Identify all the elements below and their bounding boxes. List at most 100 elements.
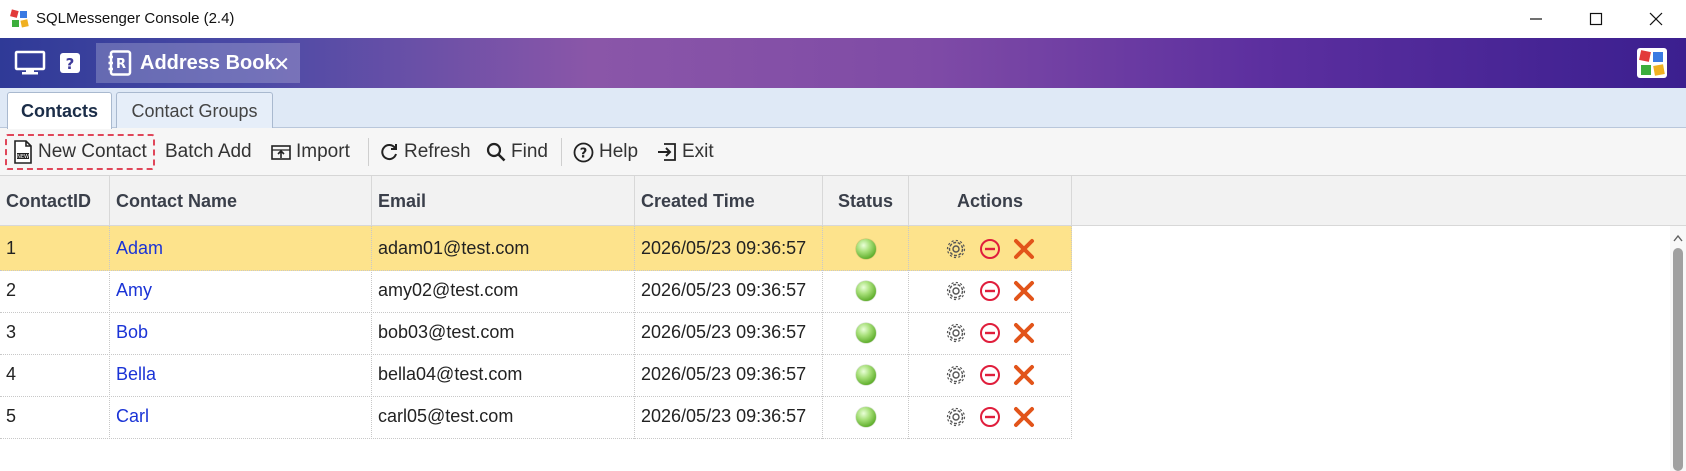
help-label: Help bbox=[599, 141, 639, 162]
disable-icon[interactable] bbox=[975, 276, 1005, 306]
cell-contact-id: 4 bbox=[0, 352, 110, 397]
cell-actions bbox=[909, 226, 1072, 271]
batch-add-button[interactable]: Batch Add bbox=[165, 134, 252, 170]
tab-address-book[interactable]: R Address Book ✕ bbox=[96, 43, 300, 83]
close-tab-icon[interactable]: ✕ bbox=[273, 52, 290, 77]
disable-icon[interactable] bbox=[975, 234, 1005, 264]
refresh-label: Refresh bbox=[404, 141, 471, 162]
cell-status bbox=[823, 352, 909, 397]
cell-actions bbox=[909, 268, 1072, 313]
monitor-button[interactable] bbox=[10, 46, 50, 80]
delete-icon[interactable] bbox=[1009, 360, 1039, 390]
column-header-contact-name[interactable]: Contact Name bbox=[110, 176, 372, 226]
settings-icon[interactable] bbox=[941, 276, 971, 306]
cell-status bbox=[823, 268, 909, 313]
window-title: SQLMessenger Console (2.4) bbox=[36, 10, 235, 27]
settings-icon[interactable] bbox=[941, 360, 971, 390]
cell-email: adam01@test.com bbox=[372, 226, 635, 271]
settings-icon[interactable] bbox=[941, 234, 971, 264]
scroll-up-arrow-icon[interactable] bbox=[1670, 232, 1686, 244]
delete-icon[interactable] bbox=[1009, 276, 1039, 306]
cell-created-time: 2026/05/23 09:36:57 bbox=[635, 268, 823, 313]
new-contact-button[interactable]: NEW New Contact bbox=[5, 134, 155, 170]
settings-icon[interactable] bbox=[941, 402, 971, 432]
find-label: Find bbox=[511, 141, 548, 162]
column-header-created-time[interactable]: Created Time bbox=[635, 176, 823, 226]
cell-contact-name-link[interactable]: Amy bbox=[110, 268, 372, 313]
delete-icon[interactable] bbox=[1009, 318, 1039, 348]
refresh-icon bbox=[381, 144, 397, 161]
delete-icon[interactable] bbox=[1009, 234, 1039, 264]
column-header-contactid[interactable]: ContactID bbox=[0, 176, 110, 226]
tab-bar: Contacts Contact Groups bbox=[0, 88, 1686, 129]
disable-icon[interactable] bbox=[975, 360, 1005, 390]
table-header: ContactID Contact Name Email Created Tim… bbox=[0, 176, 1686, 226]
app-banner: ? R Address Book ✕ bbox=[0, 38, 1686, 88]
toolbar-help-button[interactable]: ? Help bbox=[573, 134, 638, 170]
search-icon bbox=[486, 142, 506, 162]
cell-actions bbox=[909, 394, 1072, 439]
status-active-icon bbox=[855, 364, 876, 385]
exit-label: Exit bbox=[682, 141, 714, 162]
new-document-icon: NEW bbox=[14, 140, 32, 164]
refresh-button[interactable]: Refresh bbox=[379, 134, 471, 170]
help-circle-icon: ? bbox=[573, 142, 594, 162]
cell-created-time: 2026/05/23 09:36:57 bbox=[635, 310, 823, 355]
exit-button[interactable]: Exit bbox=[657, 134, 714, 170]
cell-email: bob03@test.com bbox=[372, 310, 635, 355]
maximize-button[interactable] bbox=[1566, 0, 1626, 38]
cell-contact-id: 3 bbox=[0, 310, 110, 355]
cell-contact-id: 2 bbox=[0, 268, 110, 313]
column-header-actions[interactable]: Actions bbox=[909, 176, 1072, 226]
help-icon: ? bbox=[60, 53, 80, 73]
delete-icon[interactable] bbox=[1009, 402, 1039, 432]
minimize-icon bbox=[1530, 18, 1542, 20]
import-button[interactable]: Import bbox=[271, 134, 350, 170]
table-row[interactable]: 4 Bella bella04@test.com 2026/05/23 09:36:5… bbox=[0, 352, 1072, 397]
cell-email: amy02@test.com bbox=[372, 268, 635, 313]
cell-status bbox=[823, 394, 909, 439]
maximize-icon bbox=[1589, 12, 1603, 26]
close-window-button[interactable] bbox=[1626, 0, 1686, 38]
cell-contact-id: 5 bbox=[0, 394, 110, 439]
address-book-icon: R bbox=[108, 50, 132, 76]
table-row[interactable]: 3 Bob bob03@test.com 2026/05/23 09:36:57 bbox=[0, 310, 1072, 355]
cell-contact-name-link[interactable]: Adam bbox=[110, 226, 372, 271]
cell-status bbox=[823, 226, 909, 271]
cell-actions bbox=[909, 310, 1072, 355]
cell-created-time: 2026/05/23 09:36:57 bbox=[635, 352, 823, 397]
minimize-button[interactable] bbox=[1506, 0, 1566, 38]
disable-icon[interactable] bbox=[975, 318, 1005, 348]
vertical-scrollbar[interactable] bbox=[1670, 226, 1686, 471]
disable-icon[interactable] bbox=[975, 402, 1005, 432]
table-row[interactable]: 2 Amy amy02@test.com 2026/05/23 09:36:57 bbox=[0, 268, 1072, 313]
column-header-status[interactable]: Status bbox=[823, 176, 909, 226]
cell-contact-name-link[interactable]: Bella bbox=[110, 352, 372, 397]
tab-contact-groups[interactable]: Contact Groups bbox=[116, 92, 273, 129]
svg-text:?: ? bbox=[66, 55, 75, 73]
batch-add-label: Batch Add bbox=[165, 141, 252, 162]
table-row[interactable]: 5 Carl carl05@test.com 2026/05/23 09:36:57 bbox=[0, 394, 1072, 439]
tab-address-book-label: Address Book bbox=[140, 51, 276, 74]
cell-email: carl05@test.com bbox=[372, 394, 635, 439]
exit-icon bbox=[658, 143, 676, 161]
column-header-email[interactable]: Email bbox=[372, 176, 635, 226]
cell-status bbox=[823, 310, 909, 355]
cell-created-time: 2026/05/23 09:36:57 bbox=[635, 394, 823, 439]
monitor-icon bbox=[14, 50, 46, 75]
svg-text:R: R bbox=[116, 57, 126, 72]
tab-contacts[interactable]: Contacts bbox=[7, 92, 112, 129]
status-active-icon bbox=[855, 238, 876, 259]
cell-contact-name-link[interactable]: Carl bbox=[110, 394, 372, 439]
table-row[interactable]: 1 Adam adam01@test.com 2026/05/23 09:36:57 bbox=[0, 226, 1072, 271]
svg-text:NEW: NEW bbox=[17, 154, 29, 160]
help-button[interactable]: ? bbox=[56, 46, 84, 80]
settings-icon[interactable] bbox=[941, 318, 971, 348]
scrollbar-thumb[interactable] bbox=[1673, 248, 1683, 471]
cell-contact-name-link[interactable]: Bob bbox=[110, 310, 372, 355]
find-button[interactable]: Find bbox=[486, 134, 548, 170]
title-bar: SQLMessenger Console (2.4) bbox=[0, 0, 1686, 38]
cell-actions bbox=[909, 352, 1072, 397]
status-active-icon bbox=[855, 280, 876, 301]
app-brand-icon bbox=[1637, 48, 1667, 78]
